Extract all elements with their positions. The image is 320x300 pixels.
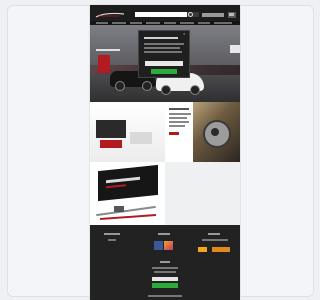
close-icon[interactable]: ✕ [183, 32, 187, 36]
site-header [90, 5, 240, 25]
footer-email-field[interactable] [152, 277, 178, 281]
side-badge[interactable] [230, 45, 240, 53]
site-footer [90, 225, 240, 300]
facebook-icon[interactable] [154, 241, 163, 250]
product-tile[interactable] [90, 102, 165, 162]
feature-tile[interactable] [165, 102, 240, 162]
footer-copyright [148, 295, 182, 297]
nav-item[interactable] [130, 22, 142, 24]
account-link[interactable] [202, 13, 224, 17]
popup-text [144, 47, 180, 49]
feature-text-block [169, 108, 193, 148]
nav-item[interactable] [198, 22, 210, 24]
nav-item[interactable] [180, 22, 194, 24]
popup-text [144, 51, 182, 53]
email-field[interactable] [145, 61, 183, 66]
search-icon [188, 12, 193, 17]
card-icon [212, 247, 230, 252]
footer-text [108, 239, 116, 241]
hero-banner[interactable]: ✕ [90, 25, 240, 102]
popup-heading [144, 37, 178, 39]
product-image [130, 132, 152, 144]
product-box-image [98, 55, 110, 73]
footer-text [152, 267, 178, 269]
footer-text [154, 271, 176, 273]
newsletter-popup: ✕ [138, 30, 190, 78]
subscribe-button[interactable] [152, 283, 178, 288]
product-box-image [98, 164, 158, 202]
footer-heading [104, 233, 120, 235]
hero-caption [96, 49, 126, 52]
wheel-image [193, 102, 240, 162]
footer-heading [158, 233, 170, 235]
brand-logo[interactable] [95, 12, 125, 18]
webpage-preview: ✕ [90, 5, 240, 300]
logo-swoosh-icon [95, 12, 125, 18]
cart-icon [229, 13, 234, 16]
tools-image [94, 204, 160, 222]
search-button[interactable] [187, 12, 199, 17]
instagram-icon[interactable] [164, 241, 173, 250]
search-input[interactable] [135, 12, 187, 17]
empty-tile [165, 162, 240, 225]
footer-heading [208, 233, 220, 235]
nav-item[interactable] [214, 22, 232, 24]
nav-item[interactable] [164, 22, 176, 24]
popup-text [144, 43, 184, 45]
footer-text [202, 239, 228, 241]
nav-item[interactable] [96, 22, 108, 24]
nav-item[interactable] [112, 22, 126, 24]
social-icons [154, 241, 174, 250]
footer-heading [160, 261, 170, 263]
card-icon [198, 247, 207, 252]
product-image [100, 140, 122, 148]
payment-icons [198, 247, 232, 252]
nav-item[interactable] [146, 22, 160, 24]
product-image [96, 120, 126, 138]
product-tile[interactable] [90, 162, 165, 225]
signup-button[interactable] [151, 69, 177, 74]
cart-button[interactable] [228, 12, 236, 18]
